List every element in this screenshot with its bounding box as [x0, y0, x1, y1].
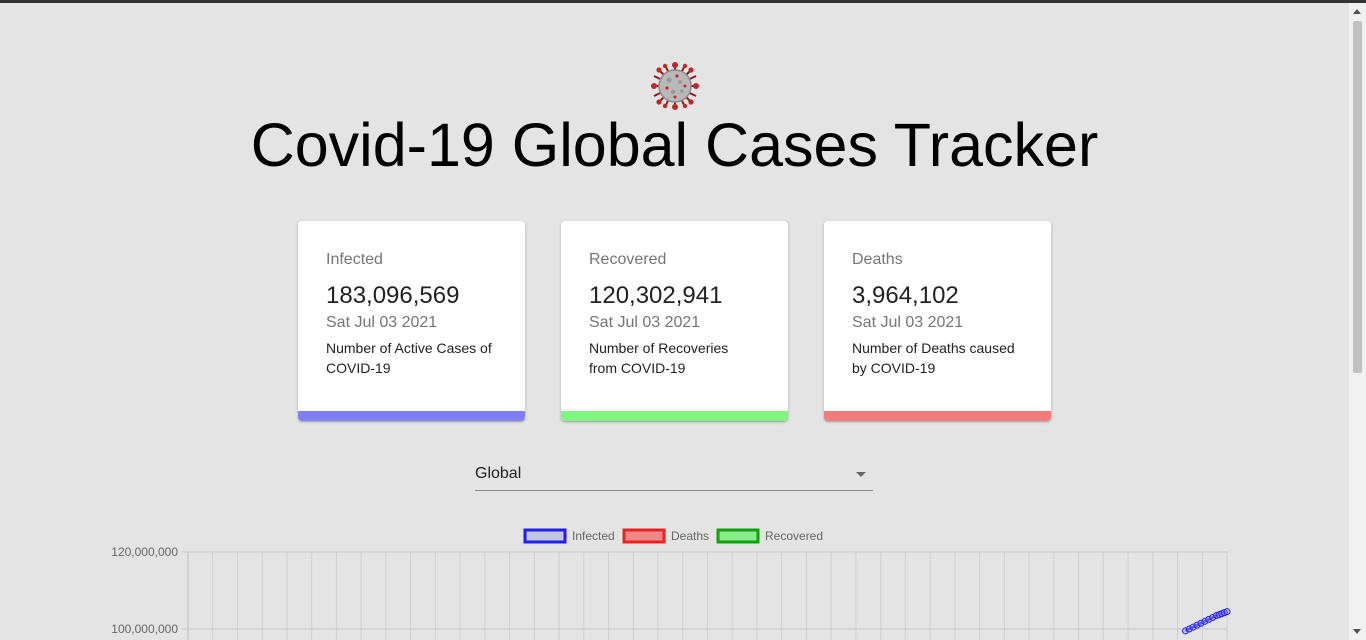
chart-plot — [1181, 608, 1231, 635]
card-value: 3,964,102 — [852, 282, 959, 309]
y-tick-label: 120,000,000 — [111, 545, 178, 559]
country-select-value: Global — [475, 465, 522, 482]
card-label: Deaths — [852, 251, 903, 268]
caret-down-icon[interactable] — [856, 472, 866, 477]
legend-label: Infected — [572, 529, 615, 543]
card-value: 183,096,569 — [326, 282, 460, 309]
series-point — [1223, 608, 1231, 616]
card-description: Number of Recoveries from COVID-19 — [589, 340, 729, 376]
card-description: Number of Deaths caused by COVID-19 — [852, 340, 1015, 376]
scroll-up-arrow-icon[interactable] — [1353, 9, 1361, 14]
window-top-border — [0, 0, 1366, 3]
country-select[interactable]: Global — [475, 463, 873, 491]
card-accent-bar — [298, 411, 525, 421]
card-value: 120,302,941 — [589, 282, 723, 309]
vertical-scrollbar[interactable] — [1348, 3, 1366, 640]
scrollbar-thumb[interactable] — [1353, 21, 1362, 373]
card-accent-bar — [824, 411, 1051, 421]
chart-grid — [182, 551, 1228, 640]
legend-swatch — [523, 528, 567, 544]
legend-label: Deaths — [671, 529, 709, 543]
deaths-card: Deaths 3,964,102 Sat Jul 03 2021 Number … — [824, 221, 1051, 421]
y-tick-label: 100,000,000 — [111, 622, 178, 636]
recovered-card: Recovered 120,302,941 Sat Jul 03 2021 Nu… — [561, 221, 788, 421]
card-date: Sat Jul 03 2021 — [852, 314, 964, 331]
card-date: Sat Jul 03 2021 — [326, 314, 438, 331]
card-date: Sat Jul 03 2021 — [589, 314, 701, 331]
chart-legend: Infected Deaths Recovered — [523, 528, 823, 544]
card-description: Number of Active Cases of COVID-19 — [326, 340, 492, 376]
legend-label: Recovered — [765, 529, 823, 543]
chart-axis: 120,000,000 100,000,000 — [111, 545, 178, 636]
legend-swatch — [622, 528, 666, 544]
page-title: Covid-19 Global Cases Tracker — [250, 111, 1099, 179]
scroll-down-arrow-icon[interactable] — [1353, 629, 1361, 634]
infected-card: Infected 183,096,569 Sat Jul 03 2021 Num… — [298, 221, 525, 421]
cases-line-chart: Infected Deaths Recovered 120,000,000 100,0… — [111, 528, 1231, 640]
virus-icon — [651, 62, 699, 110]
legend-swatch — [716, 528, 760, 544]
card-label: Recovered — [589, 251, 667, 268]
card-label: Infected — [326, 251, 383, 268]
card-accent-bar — [561, 411, 788, 421]
